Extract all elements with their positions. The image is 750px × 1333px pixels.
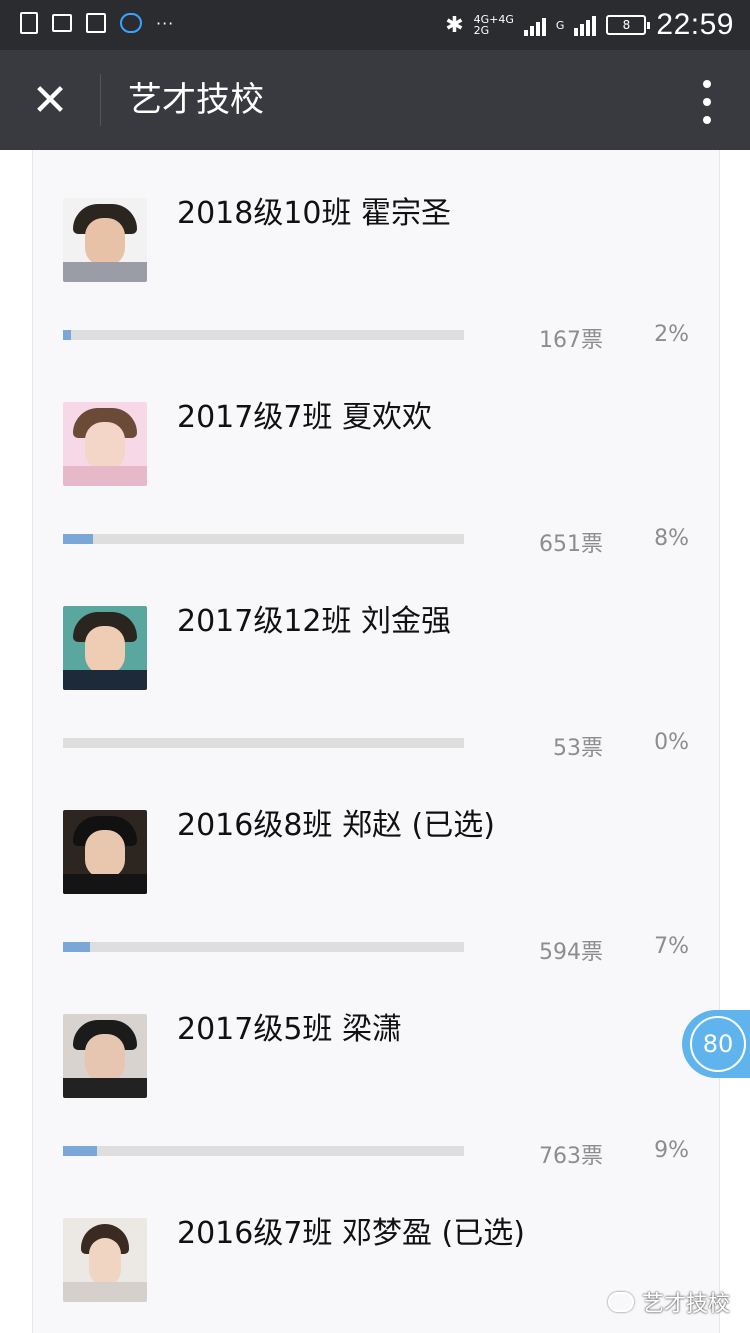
status-bar: ··· ✱ 4G+4G 2G G 8 22:59 [0,0,750,50]
vote-bar-fill [63,942,90,952]
avatar [63,198,147,282]
vote-bar-fill [63,330,71,340]
vote-percent: 0% [654,730,689,755]
list-item[interactable]: 2016级8班 郑赵 (已选) 594票 7% [33,762,719,966]
vote-bar [63,942,464,952]
more-vertical-icon[interactable] [700,80,714,124]
image-icon [52,14,72,32]
vote-list[interactable]: 2018级10班 霍宗圣 167票 2% 2017级7班 夏欢欢 651票 8%… [32,150,720,1333]
notification-icons: ··· [20,12,174,34]
page-title: 艺才技校 [128,80,264,120]
list-item[interactable]: 2018级10班 霍宗圣 167票 2% [33,150,719,354]
vote-counter-value: 80 [690,1016,746,1072]
wechat-icon [607,1292,634,1312]
watermark: 艺才技校 [607,1286,730,1318]
bluetooth-icon: ✱ [445,12,464,38]
candidate-name: 2017级5班 梁潇 [177,1012,402,1047]
divider [100,74,101,126]
vote-bar [63,330,464,340]
candidate-name: 2017级12班 刘金强 [177,604,452,639]
vote-counter-button[interactable]: 80 [682,1010,750,1078]
list-item[interactable]: 2017级12班 刘金强 53票 0% [33,558,719,762]
close-icon[interactable]: ✕ [26,79,74,123]
network-type: 4G+4G 2G [474,14,514,36]
wechat-icon [120,13,142,33]
signal-icon-2 [574,14,597,36]
vote-count: 167票 [539,328,603,353]
vote-bar-fill [63,1146,97,1156]
avatar [63,810,147,894]
more-notifications-icon: ··· [156,13,175,33]
apps-icon [86,13,106,33]
vote-percent: 8% [654,526,689,551]
vote-count: 53票 [553,736,603,761]
vote-percent: 7% [654,934,689,959]
battery-icon: 8 [606,15,651,35]
signal-icon [523,14,546,36]
clock: 22:59 [656,8,734,41]
vote-bar [63,1146,464,1156]
candidate-name: 2018级10班 霍宗圣 [177,196,452,231]
network-bottom-label: 2G [473,24,490,37]
avatar [63,1218,147,1302]
candidate-name: 2017级7班 夏欢欢 [177,400,432,435]
vote-bar [63,534,464,544]
list-item[interactable]: 2017级5班 梁潇 763票 9% [33,966,719,1170]
candidate-name: 2016级7班 邓梦盈 (已选) [177,1216,525,1251]
vote-count: 763票 [539,1144,603,1169]
vote-percent: 9% [654,1138,689,1163]
avatar [63,1014,147,1098]
avatar [63,402,147,486]
watermark-text: 艺才技校 [641,1292,730,1317]
network-g-label: G [555,18,565,32]
alert-icon [20,12,38,34]
avatar [63,606,147,690]
vote-bar-fill [63,534,93,544]
list-item[interactable]: 2017级7班 夏欢欢 651票 8% [33,354,719,558]
vote-bar [63,738,464,748]
vote-count: 651票 [539,532,603,557]
candidate-name: 2016级8班 郑赵 (已选) [177,808,495,843]
vote-percent: 2% [654,322,689,347]
vote-count: 594票 [539,940,603,965]
title-bar: ✕ 艺才技校 [0,50,750,150]
